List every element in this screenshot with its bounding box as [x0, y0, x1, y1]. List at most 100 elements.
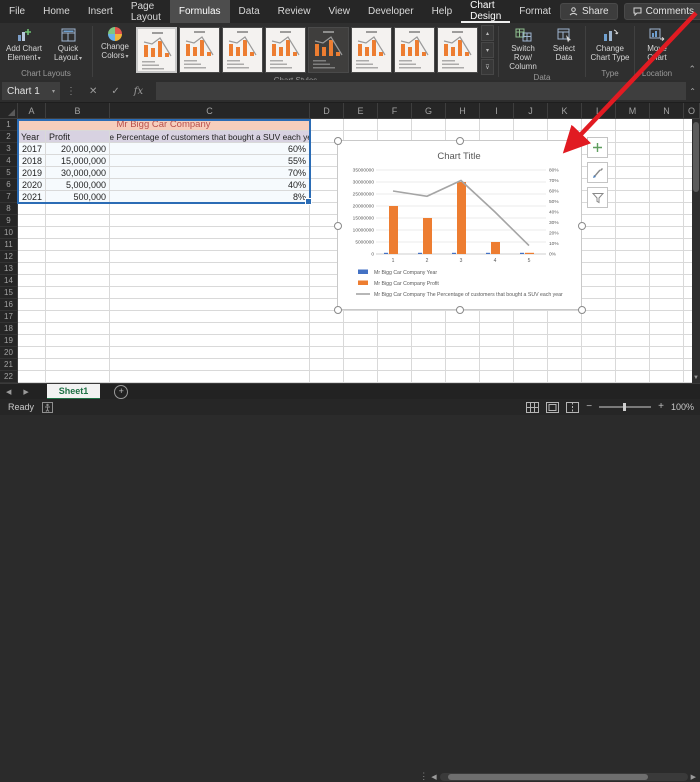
cell[interactable]	[446, 335, 480, 347]
cell-profit[interactable]: 500,000	[46, 191, 110, 203]
chart-bar[interactable]	[389, 206, 398, 254]
cell[interactable]	[446, 359, 480, 371]
chart-bar[interactable]	[423, 218, 432, 254]
cell[interactable]	[616, 371, 650, 383]
chart-style-thumbnail-6[interactable]	[351, 27, 392, 73]
cell[interactable]	[650, 359, 684, 371]
row-header-12[interactable]: 12	[0, 251, 18, 263]
vertical-scrollbar-thumb[interactable]	[693, 122, 699, 192]
cell[interactable]	[378, 311, 412, 323]
cell[interactable]	[412, 335, 446, 347]
menu-tab-view[interactable]: View	[319, 0, 359, 23]
cell[interactable]	[582, 263, 616, 275]
cell-year[interactable]: 2018	[18, 155, 46, 167]
scrollbar-splitter-icon[interactable]: ⋮	[419, 771, 428, 782]
cell-year[interactable]: 2020	[18, 179, 46, 191]
column-header-e[interactable]: E	[344, 103, 378, 119]
cell[interactable]	[110, 287, 310, 299]
cell[interactable]	[582, 371, 616, 383]
column-header-f[interactable]: F	[378, 103, 412, 119]
cell-year[interactable]: 2017	[18, 143, 46, 155]
cell-year[interactable]: 2019	[18, 167, 46, 179]
cell[interactable]	[110, 263, 310, 275]
name-box[interactable]: Chart 1 ▾	[2, 82, 60, 100]
cell[interactable]	[18, 203, 46, 215]
comments-button[interactable]: Comments	[624, 3, 700, 20]
cell[interactable]	[46, 335, 110, 347]
cell[interactable]	[344, 119, 378, 131]
zoom-slider-thumb[interactable]	[623, 403, 626, 411]
zoom-out-icon[interactable]: −	[586, 402, 592, 412]
column-header-c[interactable]: C	[110, 103, 310, 119]
cell[interactable]	[110, 239, 310, 251]
cell[interactable]	[650, 167, 684, 179]
column-header-n[interactable]: N	[650, 103, 684, 119]
sheet-tab-sheet1[interactable]: Sheet1	[47, 384, 101, 400]
row-header-21[interactable]: 21	[0, 359, 18, 371]
cell[interactable]	[650, 203, 684, 215]
cell[interactable]	[412, 371, 446, 383]
cell[interactable]	[378, 323, 412, 335]
cell[interactable]	[46, 251, 110, 263]
row-header-3[interactable]: 3	[0, 143, 18, 155]
vertical-scrollbar[interactable]: ▼	[692, 119, 700, 383]
cell[interactable]	[310, 359, 344, 371]
formula-input[interactable]	[156, 82, 686, 100]
column-header-g[interactable]: G	[412, 103, 446, 119]
cell-header-year[interactable]: Year	[18, 131, 46, 143]
cell[interactable]	[616, 191, 650, 203]
cell[interactable]	[616, 347, 650, 359]
cell[interactable]	[446, 323, 480, 335]
cell[interactable]	[344, 371, 378, 383]
chart-styles-button[interactable]	[587, 162, 608, 183]
cell[interactable]	[18, 239, 46, 251]
chart-style-thumbnail-5[interactable]	[308, 27, 349, 73]
cell[interactable]	[650, 239, 684, 251]
zoom-in-icon[interactable]: +	[658, 402, 664, 412]
cell[interactable]	[616, 263, 650, 275]
cell[interactable]	[110, 347, 310, 359]
column-header-i[interactable]: I	[480, 103, 514, 119]
cell[interactable]	[650, 191, 684, 203]
chart-bar[interactable]	[525, 253, 534, 254]
collapse-ribbon-icon[interactable]: ⌃	[688, 65, 696, 74]
cell-percentage[interactable]: 55%	[110, 155, 310, 167]
cell[interactable]	[650, 311, 684, 323]
quick-layout-button[interactable]: Quick Layout	[47, 25, 89, 63]
select-all-corner[interactable]	[0, 103, 18, 119]
cell[interactable]	[650, 119, 684, 131]
cell[interactable]	[110, 251, 310, 263]
cell[interactable]	[46, 203, 110, 215]
cell[interactable]	[582, 119, 616, 131]
cell[interactable]	[344, 323, 378, 335]
cell[interactable]	[46, 263, 110, 275]
cell[interactable]	[378, 119, 412, 131]
cell[interactable]	[616, 275, 650, 287]
cell-year[interactable]: 2021	[18, 191, 46, 203]
formula-bar-splitter-icon[interactable]: ⋮	[60, 86, 82, 97]
chart-bar[interactable]	[457, 182, 466, 254]
cell[interactable]	[110, 323, 310, 335]
cell[interactable]	[18, 311, 46, 323]
cell[interactable]	[110, 275, 310, 287]
cell[interactable]	[110, 359, 310, 371]
cell[interactable]	[412, 311, 446, 323]
cancel-icon[interactable]: ✕	[82, 86, 104, 97]
cell-profit[interactable]: 20,000,000	[46, 143, 110, 155]
chart-selection-handle[interactable]	[578, 137, 586, 145]
menu-tab-format[interactable]: Format	[510, 0, 560, 23]
cell[interactable]	[650, 143, 684, 155]
cell[interactable]	[46, 287, 110, 299]
cell[interactable]	[582, 323, 616, 335]
chart-selection-handle[interactable]	[456, 137, 464, 145]
cell[interactable]	[18, 371, 46, 383]
legend-label[interactable]: Mr Bigg Car Company Year	[374, 270, 437, 276]
cell[interactable]	[582, 215, 616, 227]
cell[interactable]	[616, 299, 650, 311]
chart-selection-handle[interactable]	[334, 222, 342, 230]
cell[interactable]	[446, 371, 480, 383]
chart-bar[interactable]	[520, 253, 524, 254]
chart-selection-handle[interactable]	[578, 222, 586, 230]
cell[interactable]	[18, 347, 46, 359]
cell[interactable]	[18, 227, 46, 239]
